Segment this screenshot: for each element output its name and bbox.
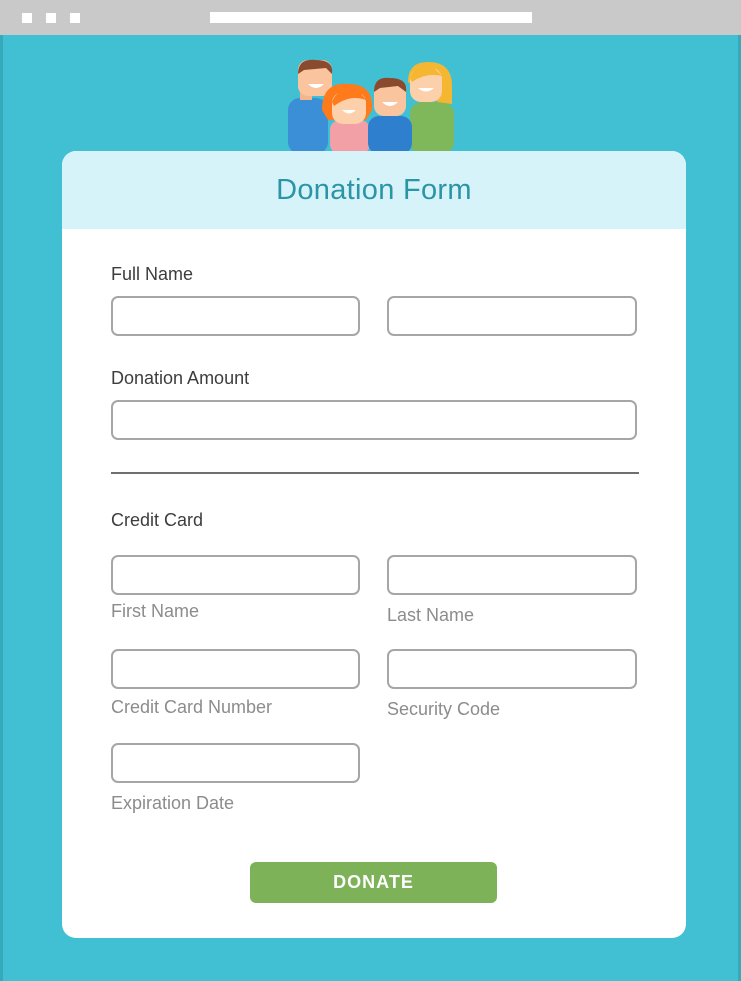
family-illustration-icon	[288, 59, 454, 154]
full-name-last-input[interactable]	[387, 296, 637, 336]
last-name-label: Last Name	[387, 605, 475, 625]
donation-amount-input[interactable]	[111, 400, 637, 440]
donation-form-card: Donation Form Full Name Donation Amount …	[62, 151, 686, 938]
expiration-date-label: Expiration Date	[111, 793, 235, 813]
window-dot-icon[interactable]	[70, 13, 80, 23]
donation-amount-label: Donation Amount	[111, 368, 250, 388]
donate-button[interactable]: DONATE	[250, 862, 497, 903]
first-name-input[interactable]	[111, 555, 360, 595]
section-divider	[111, 472, 639, 474]
last-name-input[interactable]	[387, 555, 637, 595]
credit-card-number-input[interactable]	[111, 649, 360, 689]
window-dot-icon[interactable]	[22, 13, 32, 23]
expiration-date-input[interactable]	[111, 743, 360, 783]
form-header: Donation Form	[62, 151, 686, 229]
credit-card-label: Credit Card	[111, 510, 204, 530]
browser-titlebar	[0, 0, 741, 35]
full-name-first-input[interactable]	[111, 296, 360, 336]
full-name-label: Full Name	[111, 264, 194, 284]
security-code-label: Security Code	[387, 699, 501, 719]
window-border	[0, 35, 3, 981]
window-dot-icon[interactable]	[46, 13, 56, 23]
first-name-label: First Name	[111, 601, 200, 621]
security-code-input[interactable]	[387, 649, 637, 689]
address-bar[interactable]	[210, 12, 532, 23]
form-title: Donation Form	[276, 174, 472, 206]
credit-card-number-label: Credit Card Number	[111, 697, 273, 717]
